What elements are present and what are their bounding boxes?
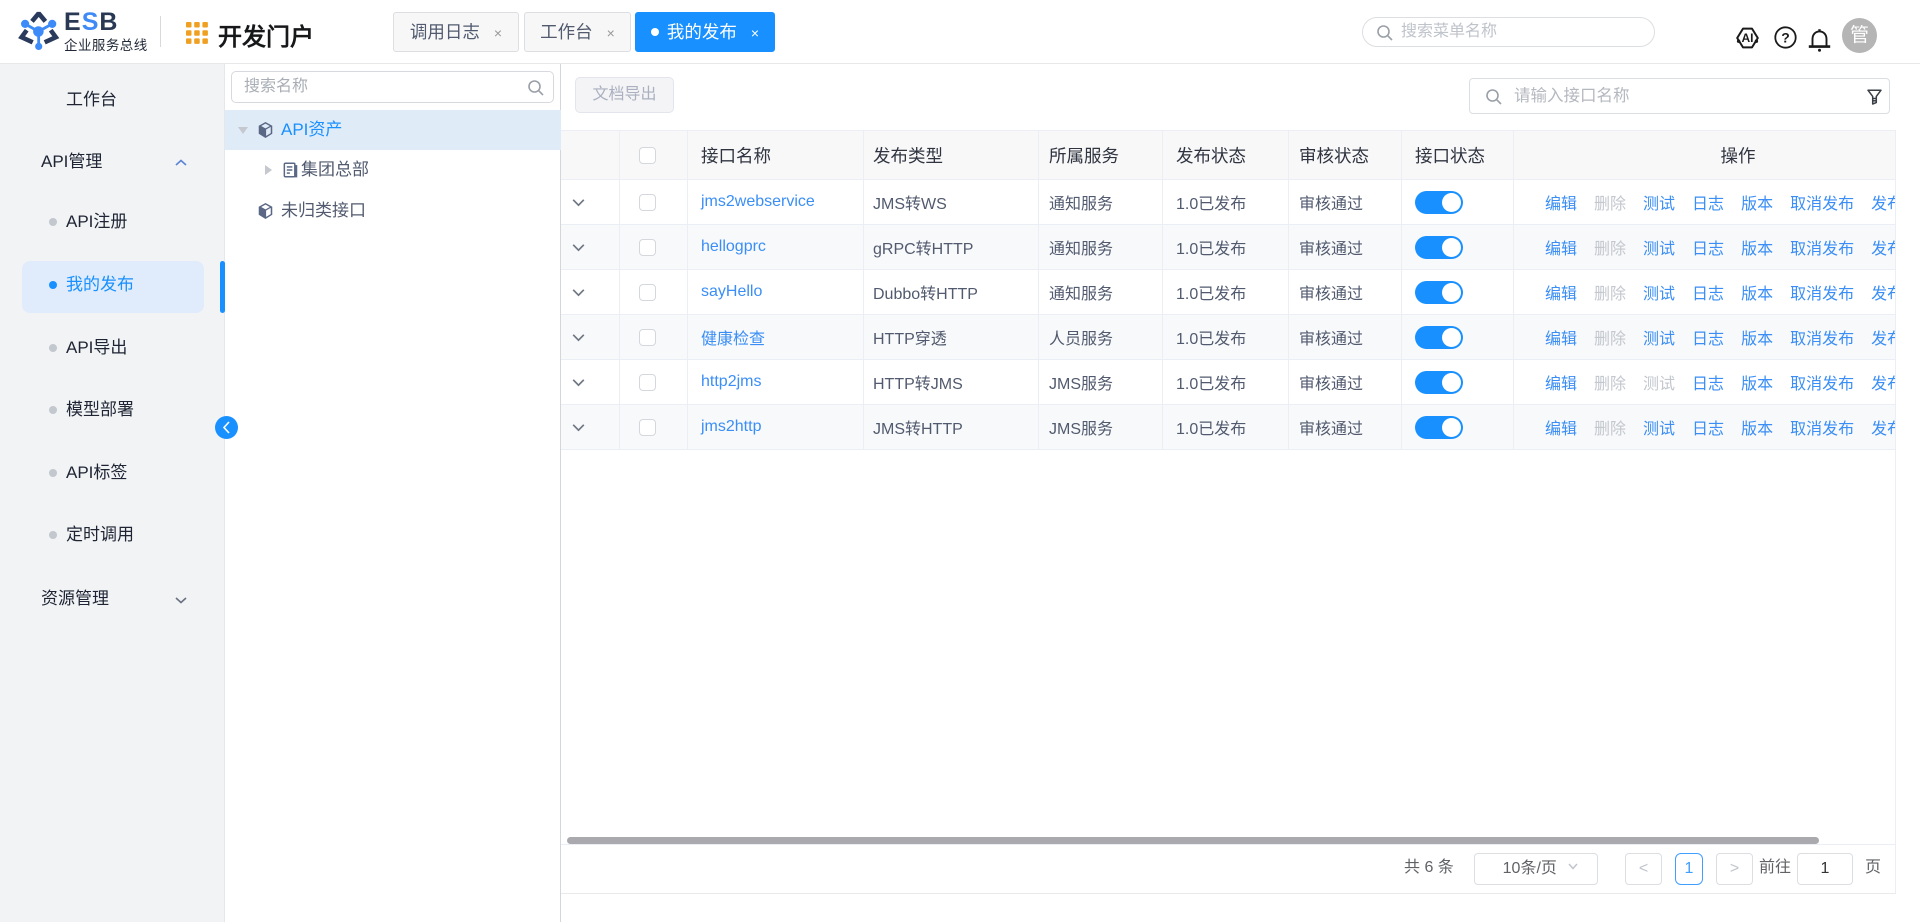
svg-text:?: ? <box>1781 30 1790 46</box>
svg-text:AI: AI <box>1742 31 1754 45</box>
